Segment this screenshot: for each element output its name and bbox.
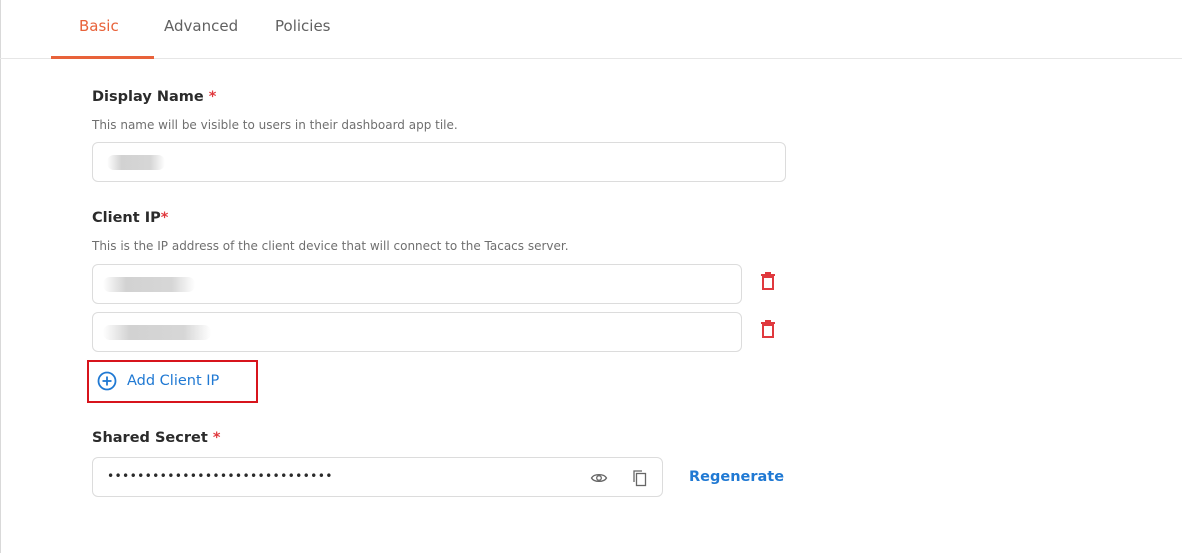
- client-ip-label-text: Client IP: [92, 210, 161, 226]
- tab-bar: Basic Advanced Policies: [0, 0, 1182, 59]
- redacted-value: [103, 277, 195, 292]
- copy-icon[interactable]: [631, 469, 649, 487]
- required-mark: *: [212, 430, 221, 446]
- tab-policies[interactable]: Policies: [275, 17, 330, 35]
- shared-secret-value: ••••••••••••••••••••••••••••••: [107, 469, 333, 483]
- shared-secret-label: Shared Secret *: [92, 430, 220, 446]
- display-name-input[interactable]: [92, 142, 786, 182]
- redacted-value: [107, 155, 165, 170]
- display-name-help: This name will be visible to users in th…: [92, 118, 458, 132]
- client-ip-input-1[interactable]: [92, 264, 742, 304]
- add-client-ip-button[interactable]: Add Client IP: [97, 371, 219, 391]
- client-ip-input-2[interactable]: [92, 312, 742, 352]
- eye-icon[interactable]: [590, 469, 608, 487]
- regenerate-button[interactable]: Regenerate: [689, 469, 784, 485]
- client-ip-label: Client IP*: [92, 210, 168, 226]
- required-mark: *: [160, 210, 169, 226]
- trash-icon[interactable]: [759, 319, 777, 339]
- tab-advanced[interactable]: Advanced: [164, 17, 238, 35]
- plus-circle-icon: [97, 371, 117, 391]
- display-name-label-text: Display Name: [92, 89, 204, 105]
- trash-icon[interactable]: [759, 271, 777, 291]
- shared-secret-input[interactable]: ••••••••••••••••••••••••••••••: [92, 457, 663, 497]
- left-border: [0, 0, 1, 553]
- required-mark: *: [208, 89, 217, 105]
- redacted-value: [103, 325, 211, 340]
- tab-basic[interactable]: Basic: [79, 17, 119, 35]
- active-tab-indicator: [51, 56, 154, 59]
- shared-secret-label-text: Shared Secret: [92, 430, 208, 446]
- display-name-label: Display Name *: [92, 89, 216, 105]
- add-client-ip-label: Add Client IP: [127, 373, 220, 389]
- client-ip-help: This is the IP address of the client dev…: [92, 239, 569, 253]
